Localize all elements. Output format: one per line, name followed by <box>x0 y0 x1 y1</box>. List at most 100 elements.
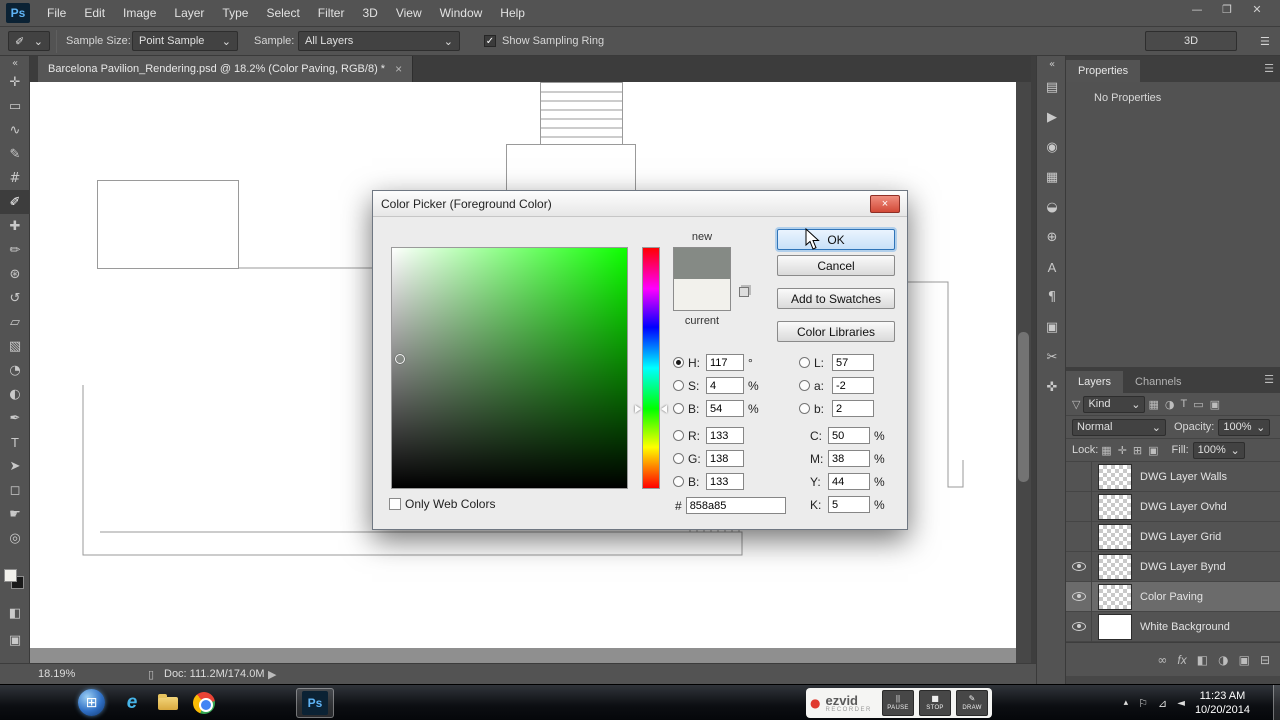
menu-layer[interactable]: Layer <box>165 0 213 27</box>
layer-mask-icon[interactable]: ◧ <box>1197 653 1208 667</box>
tab-layers[interactable]: Layers <box>1066 371 1124 393</box>
hue-slider-right-arrow-icon[interactable] <box>661 405 667 413</box>
histogram-icon[interactable]: ▦ <box>1037 162 1067 192</box>
layer-visibility-toggle[interactable] <box>1066 581 1092 612</box>
layer-row-selected[interactable]: Color Paving <box>1066 581 1280 612</box>
pen-tool[interactable]: ✒ <box>0 406 30 430</box>
delete-layer-icon[interactable]: ⊟ <box>1260 653 1270 667</box>
show-hidden-icons-icon[interactable]: ▴ <box>1124 698 1129 708</box>
taskbar-clock[interactable]: 11:23 AM 10/20/2014 <box>1195 689 1250 718</box>
layer-visibility-toggle[interactable] <box>1066 611 1092 642</box>
layer-filter-kind-dropdown[interactable]: Kind ⌄ <box>1083 395 1146 413</box>
network-icon[interactable]: ⊿ <box>1158 697 1167 710</box>
layer-thumbnail[interactable] <box>1098 613 1132 640</box>
filter-adjustment-icon[interactable]: ◑ <box>1165 398 1175 411</box>
tab-channels[interactable]: Channels <box>1123 371 1193 393</box>
filter-pixel-icon[interactable]: ▦ <box>1148 398 1158 411</box>
fill-dropdown[interactable]: 100% ⌄ <box>1192 441 1245 459</box>
minimize-button[interactable]: — <box>1182 0 1212 20</box>
color-libraries-button[interactable]: Color Libraries <box>777 321 895 342</box>
history-icon[interactable]: ▤ <box>1037 72 1067 102</box>
lab-b-radio[interactable] <box>799 403 810 414</box>
layer-effects-icon[interactable]: fx <box>1177 653 1186 667</box>
hex-input[interactable] <box>685 497 786 514</box>
layer-visibility-toggle[interactable] <box>1066 491 1092 522</box>
b2-input[interactable] <box>706 473 744 490</box>
a-input[interactable] <box>832 377 874 394</box>
color-field-marker[interactable] <box>395 354 405 364</box>
web-color-cube-icon[interactable] <box>739 287 749 297</box>
adjustment-layer-icon[interactable]: ◑ <box>1218 653 1228 667</box>
layer-visibility-toggle[interactable] <box>1066 461 1092 492</box>
filter-smart-object-icon[interactable]: ▣ <box>1210 398 1220 411</box>
hue-slider[interactable] <box>642 247 660 489</box>
zoom-level[interactable]: 18.19% <box>38 668 75 680</box>
panel-menu-icon[interactable]: ☰ <box>1264 62 1274 75</box>
type-tool[interactable]: T <box>0 430 30 454</box>
close-button[interactable]: ✕ <box>1242 0 1272 20</box>
y-input[interactable] <box>828 473 870 490</box>
tab-close-icon[interactable]: × <box>395 62 402 76</box>
blend-mode-dropdown[interactable]: Normal ⌄ <box>1072 418 1166 436</box>
eraser-tool[interactable]: ▱ <box>0 310 30 334</box>
lab-b-input[interactable] <box>832 400 874 417</box>
only-web-colors-checkbox[interactable] <box>389 498 401 510</box>
layer-thumbnail[interactable] <box>1098 493 1132 520</box>
b-radio[interactable] <box>673 403 684 414</box>
menu-view[interactable]: View <box>387 0 431 27</box>
move-tool[interactable]: ✛ <box>0 70 30 94</box>
filter-shape-icon[interactable]: ▭ <box>1193 398 1203 411</box>
vertical-scrollbar[interactable] <box>1016 82 1031 663</box>
layer-row[interactable]: DWG Layer Bynd <box>1066 551 1280 582</box>
layer-row[interactable]: DWG Layer Ovhd <box>1066 491 1280 522</box>
menu-filter[interactable]: Filter <box>309 0 354 27</box>
actions-icon[interactable]: ▶ <box>1037 102 1067 132</box>
lock-all-icon[interactable]: ▣ <box>1148 444 1158 457</box>
layer-row[interactable]: DWG Layer Walls <box>1066 461 1280 492</box>
eyedropper-tool[interactable]: ✐ <box>0 190 30 214</box>
timeline-icon[interactable]: ▣ <box>1037 312 1067 342</box>
menu-image[interactable]: Image <box>114 0 165 27</box>
stop-button[interactable]: ■ STOP <box>919 690 951 716</box>
volume-icon[interactable]: ◄ <box>1177 698 1185 709</box>
a-radio[interactable] <box>799 380 810 391</box>
filter-type-icon[interactable]: T <box>1180 398 1187 410</box>
show-desktop-button[interactable] <box>1273 685 1280 720</box>
notes-icon[interactable]: ✂ <box>1037 342 1067 372</box>
hand-tool[interactable]: ☛ <box>0 502 30 526</box>
s-radio[interactable] <box>673 380 684 391</box>
saturation-brightness-field[interactable] <box>391 247 628 489</box>
gradient-tool[interactable]: ▧ <box>0 334 30 358</box>
menu-file[interactable]: File <box>38 0 75 27</box>
layer-thumbnail[interactable] <box>1098 463 1132 490</box>
expand-panels-icon[interactable]: « <box>1037 56 1067 72</box>
layer-name[interactable]: DWG Layer Grid <box>1140 531 1221 543</box>
blur-tool[interactable]: ◔ <box>0 358 30 382</box>
s-input[interactable] <box>706 377 744 394</box>
new-group-icon[interactable]: ▣ <box>1239 653 1250 667</box>
path-selection-tool[interactable]: ➤ <box>0 454 30 478</box>
scrollbar-thumb[interactable] <box>1018 332 1029 482</box>
clone-stamp-tool[interactable]: ⊛ <box>0 262 30 286</box>
layer-name[interactable]: White Background <box>1140 621 1230 633</box>
marquee-tool[interactable]: ▭ <box>0 94 30 118</box>
current-color-swatch[interactable] <box>674 279 730 310</box>
r-input[interactable] <box>706 427 744 444</box>
restore-button[interactable]: ❐ <box>1212 0 1242 20</box>
layer-thumbnail[interactable] <box>1098 583 1132 610</box>
menu-select[interactable]: Select <box>257 0 308 27</box>
lock-paint-icon[interactable]: ✛ <box>1118 444 1127 457</box>
r-radio[interactable] <box>673 430 684 441</box>
dialog-close-button[interactable]: × <box>870 195 900 213</box>
quick-mask-icon[interactable]: ◧ <box>0 601 30 625</box>
menu-3d[interactable]: 3D <box>353 0 386 27</box>
healing-brush-tool[interactable]: ✚ <box>0 214 30 238</box>
collapse-tools-icon[interactable]: « <box>0 56 30 70</box>
layer-thumbnail[interactable] <box>1098 553 1132 580</box>
pause-button[interactable]: || PAUSE <box>882 690 914 716</box>
h-input[interactable] <box>706 354 744 371</box>
start-button[interactable]: ⊞ <box>78 689 105 716</box>
navigator-icon[interactable]: ◒ <box>1037 192 1067 222</box>
add-to-swatches-button[interactable]: Add to Swatches <box>777 288 895 309</box>
info-icon[interactable]: ◉ <box>1037 132 1067 162</box>
